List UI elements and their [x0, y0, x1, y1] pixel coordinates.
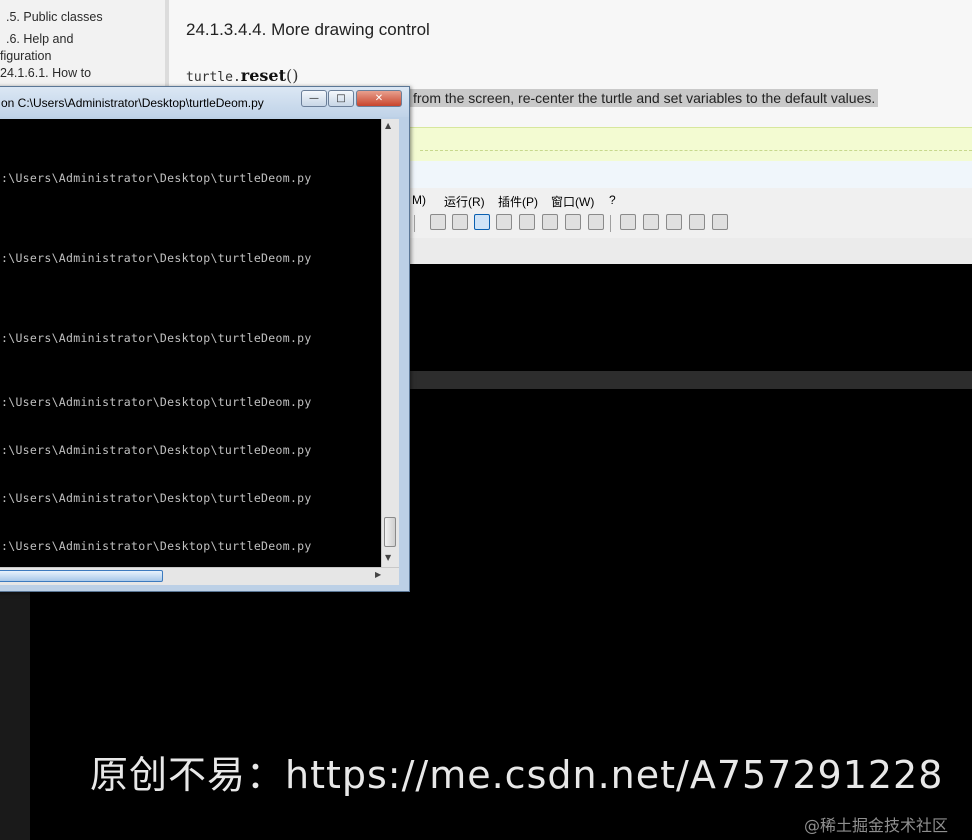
menu-item-partial[interactable]: M)	[412, 193, 426, 207]
doc-strip	[410, 161, 972, 188]
close-icon[interactable]: ✕	[356, 90, 402, 107]
save-macro-icon[interactable]	[712, 214, 728, 230]
console-line: :\Users\Administrator\Desktop\turtleDeom…	[1, 171, 312, 185]
scroll-up-icon[interactable]: ▲	[385, 121, 391, 130]
console-line: :\Users\Administrator\Desktop\turtleDeom…	[1, 443, 312, 457]
minimize-icon[interactable]: —	[301, 90, 327, 107]
toolbar-separator	[610, 215, 611, 232]
wrap-icon[interactable]	[430, 214, 446, 230]
image-icon[interactable]	[519, 214, 535, 230]
console-line: :\Users\Administrator\Desktop\turtleDeom…	[1, 491, 312, 505]
watermark-text: 原创不易：https://me.csdn.net/A757291228	[90, 753, 944, 797]
doc-map-icon[interactable]	[496, 214, 512, 230]
run-multiple-icon[interactable]	[689, 214, 705, 230]
menu-item-run[interactable]: 运行(R)	[444, 193, 485, 210]
menu-item-plugins[interactable]: 插件(P)	[498, 193, 538, 210]
console-line: :\Users\Administrator\Desktop\turtleDeom…	[1, 539, 312, 553]
record-macro-icon[interactable]	[620, 214, 636, 230]
editor-window: M) 运行(R) 插件(P) 窗口(W) ?	[410, 188, 972, 265]
console-output[interactable]: :\Users\Administrator\Desktop\turtleDeom…	[0, 119, 381, 567]
console-line: :\Users\Administrator\Desktop\turtleDeom…	[1, 331, 312, 345]
sidebar-link-help[interactable]: .6. Help and	[6, 32, 73, 46]
function-list-icon[interactable]	[542, 214, 558, 230]
vertical-scrollbar[interactable]: ▲ ▼	[381, 119, 399, 567]
doc-heading: 24.1.3.4.4. More drawing control	[186, 20, 430, 39]
example-divider	[420, 150, 972, 151]
indent-guide-icon[interactable]	[474, 214, 490, 230]
eye-icon[interactable]	[588, 214, 604, 230]
site-watermark: @稀土掘金技术社区	[804, 816, 949, 835]
doc-code-signature: turtle.reset()	[186, 66, 298, 85]
scroll-down-icon[interactable]: ▼	[385, 553, 391, 562]
pilcrow-icon[interactable]	[452, 214, 468, 230]
menu-item-help[interactable]: ?	[609, 193, 616, 207]
console-window: on C:\Users\Administrator\Desktop\turtle…	[0, 86, 410, 592]
vertical-scroll-thumb[interactable]	[384, 517, 396, 547]
sidebar-link-how-to[interactable]: 24.1.6.1. How to	[0, 66, 91, 80]
editor-tab-area	[410, 238, 972, 264]
toolbar-separator	[414, 215, 415, 232]
maximize-icon[interactable]: □	[328, 90, 354, 107]
horizontal-scrollbar[interactable]: ▶	[0, 567, 399, 585]
current-line-highlight	[410, 371, 972, 389]
left-panel-dark	[0, 590, 30, 840]
menu-item-window[interactable]: 窗口(W)	[551, 193, 594, 210]
editor-toolbar	[410, 212, 972, 236]
sidebar-link-configuration[interactable]: figuration	[0, 49, 51, 63]
doc-example-block	[410, 127, 972, 162]
console-title: on C:\Users\Administrator\Desktop\turtle…	[1, 96, 264, 110]
sidebar-link-public-classes[interactable]: .5. Public classes	[6, 10, 103, 24]
code-function-name: reset	[240, 66, 286, 85]
code-prefix: turtle.	[186, 70, 241, 85]
horizontal-scroll-thumb[interactable]	[0, 570, 163, 582]
console-titlebar[interactable]: on C:\Users\Administrator\Desktop\turtle…	[0, 87, 409, 117]
console-line: :\Users\Administrator\Desktop\turtleDeom…	[1, 395, 312, 409]
folder-icon[interactable]	[565, 214, 581, 230]
stop-macro-icon[interactable]	[643, 214, 659, 230]
doc-description: from the screen, re-center the turtle an…	[410, 89, 879, 107]
scroll-right-icon[interactable]: ▶	[375, 570, 381, 579]
code-parens: ()	[285, 66, 299, 85]
console-line: :\Users\Administrator\Desktop\turtleDeom…	[1, 251, 312, 265]
play-macro-icon[interactable]	[666, 214, 682, 230]
